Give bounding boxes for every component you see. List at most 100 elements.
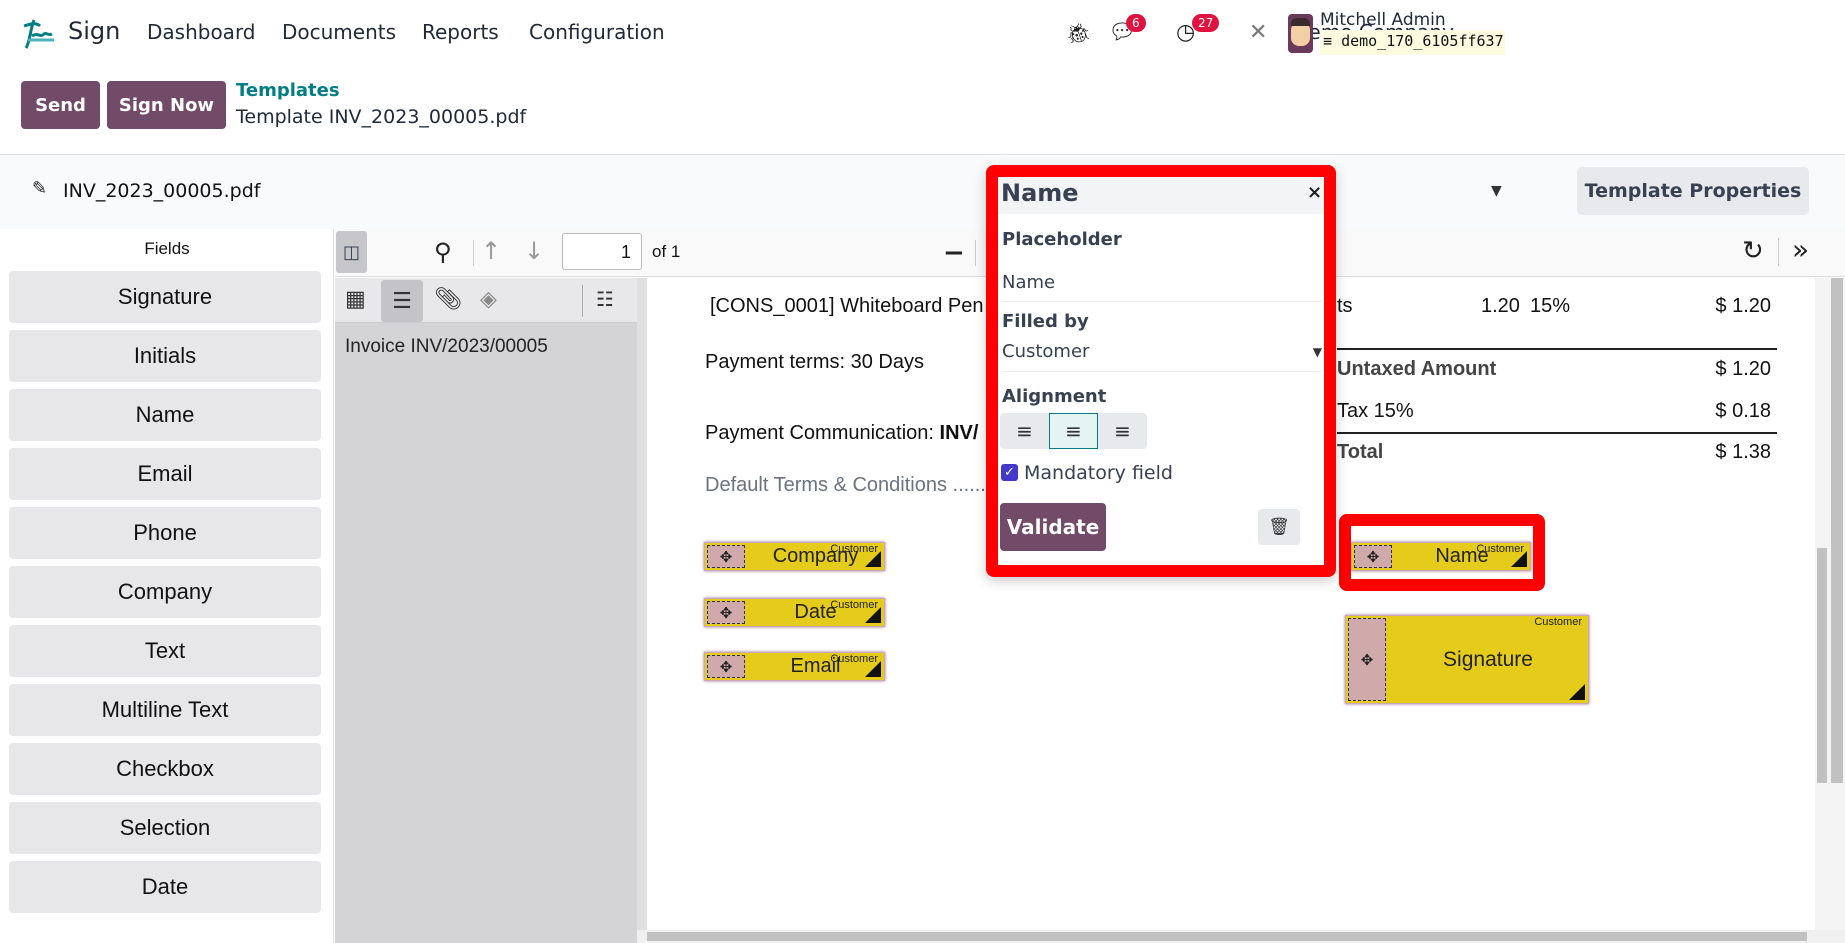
outline-icon[interactable]: ☰: [381, 280, 423, 322]
sign-field-signature[interactable]: ✥ Signature Customer: [1345, 615, 1589, 704]
line-item-tax: 15%: [1530, 295, 1571, 317]
line-item-description: [CONS_0001] Whiteboard Pen: [710, 295, 984, 317]
field-type-checkbox[interactable]: Checkbox: [9, 743, 321, 795]
outer-scrollbar-thumb[interactable]: [1831, 278, 1843, 783]
placeholder-input[interactable]: Name: [1002, 272, 1322, 302]
untaxed-label: Untaxed Amount: [1337, 358, 1497, 380]
payment-terms: Payment terms: 30 Days: [705, 351, 924, 373]
field-type-date[interactable]: Date: [9, 861, 321, 913]
terms-conditions: Default Terms & Conditions ......: [705, 474, 986, 496]
user-name[interactable]: Mitchell Admin: [1320, 10, 1446, 30]
divider: [582, 285, 583, 317]
sign-field-role: Customer: [1534, 616, 1582, 628]
horizontal-scrollbar[interactable]: [637, 930, 1845, 943]
caret-down-icon: ▼: [1312, 345, 1322, 359]
drag-handle-icon[interactable]: ✥: [1348, 618, 1386, 701]
close-icon[interactable]: ×: [1307, 182, 1322, 203]
align-right-button[interactable]: ≡: [1098, 413, 1147, 449]
menu-configuration[interactable]: Configuration: [529, 20, 665, 44]
divider: [1778, 238, 1779, 266]
breadcrumb-templates[interactable]: Templates: [236, 80, 340, 101]
activity-badge: 27: [1192, 14, 1220, 32]
tax-label: Tax 15%: [1337, 400, 1414, 422]
attachments-icon[interactable]: 📎︎: [434, 289, 462, 311]
outline-sidebar: [335, 278, 637, 943]
field-type-email[interactable]: Email: [9, 448, 321, 500]
field-type-selection[interactable]: Selection: [9, 802, 321, 854]
resize-handle-icon[interactable]: [865, 607, 881, 623]
resize-handle-icon[interactable]: [865, 661, 881, 677]
zoom-out-icon[interactable]: −: [943, 240, 965, 266]
breadcrumb-current: Template INV_2023_00005.pdf: [236, 106, 527, 128]
align-left-button[interactable]: ≡: [1000, 413, 1049, 449]
validate-button[interactable]: Validate: [1000, 503, 1106, 551]
line-item-price: 1.20: [1481, 295, 1520, 317]
scrollbar-thumb[interactable]: [647, 932, 1807, 941]
filled-by-select[interactable]: Customer ▼: [1002, 341, 1322, 372]
avatar[interactable]: [1288, 14, 1313, 53]
highlight-box: [1339, 514, 1545, 591]
collapse-outline-icon[interactable]: ☷: [596, 289, 614, 309]
mandatory-label: Mandatory field: [1024, 462, 1173, 484]
field-type-multiline-text[interactable]: Multiline Text: [9, 684, 321, 736]
fields-title: Fields: [144, 239, 190, 258]
field-type-signature[interactable]: Signature: [9, 271, 321, 323]
field-type-text[interactable]: Text: [9, 625, 321, 677]
field-type-phone[interactable]: Phone: [9, 507, 321, 559]
app-name[interactable]: Sign: [68, 17, 120, 45]
alignment-group: ≡ ≡ ≡: [1000, 413, 1147, 449]
line-item-amount: $ 1.20: [1715, 295, 1771, 317]
filename-input[interactable]: INV_2023_00005.pdf: [63, 180, 260, 202]
total-label: Total: [1337, 441, 1384, 463]
field-type-name[interactable]: Name: [9, 389, 321, 441]
drag-handle-icon[interactable]: ✥: [707, 655, 745, 678]
trash-icon[interactable]: 🗑︎: [1258, 509, 1300, 545]
resize-handle-icon[interactable]: [1569, 684, 1585, 700]
outline-item[interactable]: Invoice INV/2023/00005: [345, 336, 548, 358]
mandatory-checkbox[interactable]: ✓: [1001, 464, 1018, 481]
resize-handle-icon[interactable]: [865, 551, 881, 567]
tools-menu-icon[interactable]: »: [1792, 236, 1809, 264]
caret-down-icon[interactable]: ▼: [1491, 184, 1502, 198]
popover-title: Name: [1001, 179, 1079, 207]
database-badge: ≡ demo_170_6105ff637f8c_17…: [1320, 30, 1505, 55]
payment-communication-value: INV/: [939, 422, 979, 444]
sidebar-toggle-icon[interactable]: ◫: [336, 231, 367, 273]
divider: [1337, 348, 1777, 350]
menu-reports[interactable]: Reports: [422, 20, 499, 44]
search-icon[interactable]: ⚲: [434, 240, 452, 264]
tools-icon[interactable]: ✕: [1249, 22, 1267, 44]
sign-logo-icon[interactable]: [20, 16, 56, 52]
drag-handle-icon[interactable]: ✥: [707, 545, 745, 568]
arrow-up-icon[interactable]: ↑: [481, 239, 501, 263]
sign-now-button[interactable]: Sign Now: [107, 81, 226, 129]
drag-handle-icon[interactable]: ✥: [707, 601, 745, 624]
database-name: demo_170_6105ff637f8c_17…: [1341, 32, 1505, 50]
vertical-scrollbar[interactable]: [1815, 278, 1845, 930]
sign-field-label: Signature: [1443, 647, 1533, 671]
rotate-icon[interactable]: ↻: [1742, 238, 1764, 264]
database-icon: ≡: [1323, 32, 1333, 50]
scrollbar-thumb[interactable]: [1817, 548, 1827, 783]
thumbnails-icon[interactable]: ▦: [345, 289, 366, 311]
align-center-button[interactable]: ≡: [1049, 413, 1098, 449]
menu-dashboard[interactable]: Dashboard: [147, 20, 256, 44]
layers-icon[interactable]: ◈: [480, 289, 497, 311]
bug-icon[interactable]: 🐞︎: [1066, 23, 1091, 43]
send-button[interactable]: Send: [21, 81, 100, 129]
tax-value: $ 0.18: [1715, 400, 1771, 422]
sign-field-email[interactable]: ✥ Email Customer: [704, 652, 885, 681]
filled-by-value: Customer: [1002, 341, 1090, 362]
sign-field-date[interactable]: ✥ Date Customer: [704, 598, 885, 627]
untaxed-value: $ 1.20: [1715, 358, 1771, 380]
field-type-company[interactable]: Company: [9, 566, 321, 618]
template-properties-button[interactable]: Template Properties: [1577, 167, 1809, 215]
sign-field-company[interactable]: ✥ Company Customer: [704, 542, 885, 571]
field-type-initials[interactable]: Initials: [9, 330, 321, 382]
divider: [1337, 432, 1777, 434]
menu-documents[interactable]: Documents: [282, 20, 396, 44]
total-value: $ 1.38: [1715, 441, 1771, 463]
arrow-down-icon[interactable]: ↓: [524, 239, 544, 263]
pencil-icon[interactable]: ✎: [32, 180, 47, 198]
page-number-input[interactable]: 1: [562, 233, 642, 270]
